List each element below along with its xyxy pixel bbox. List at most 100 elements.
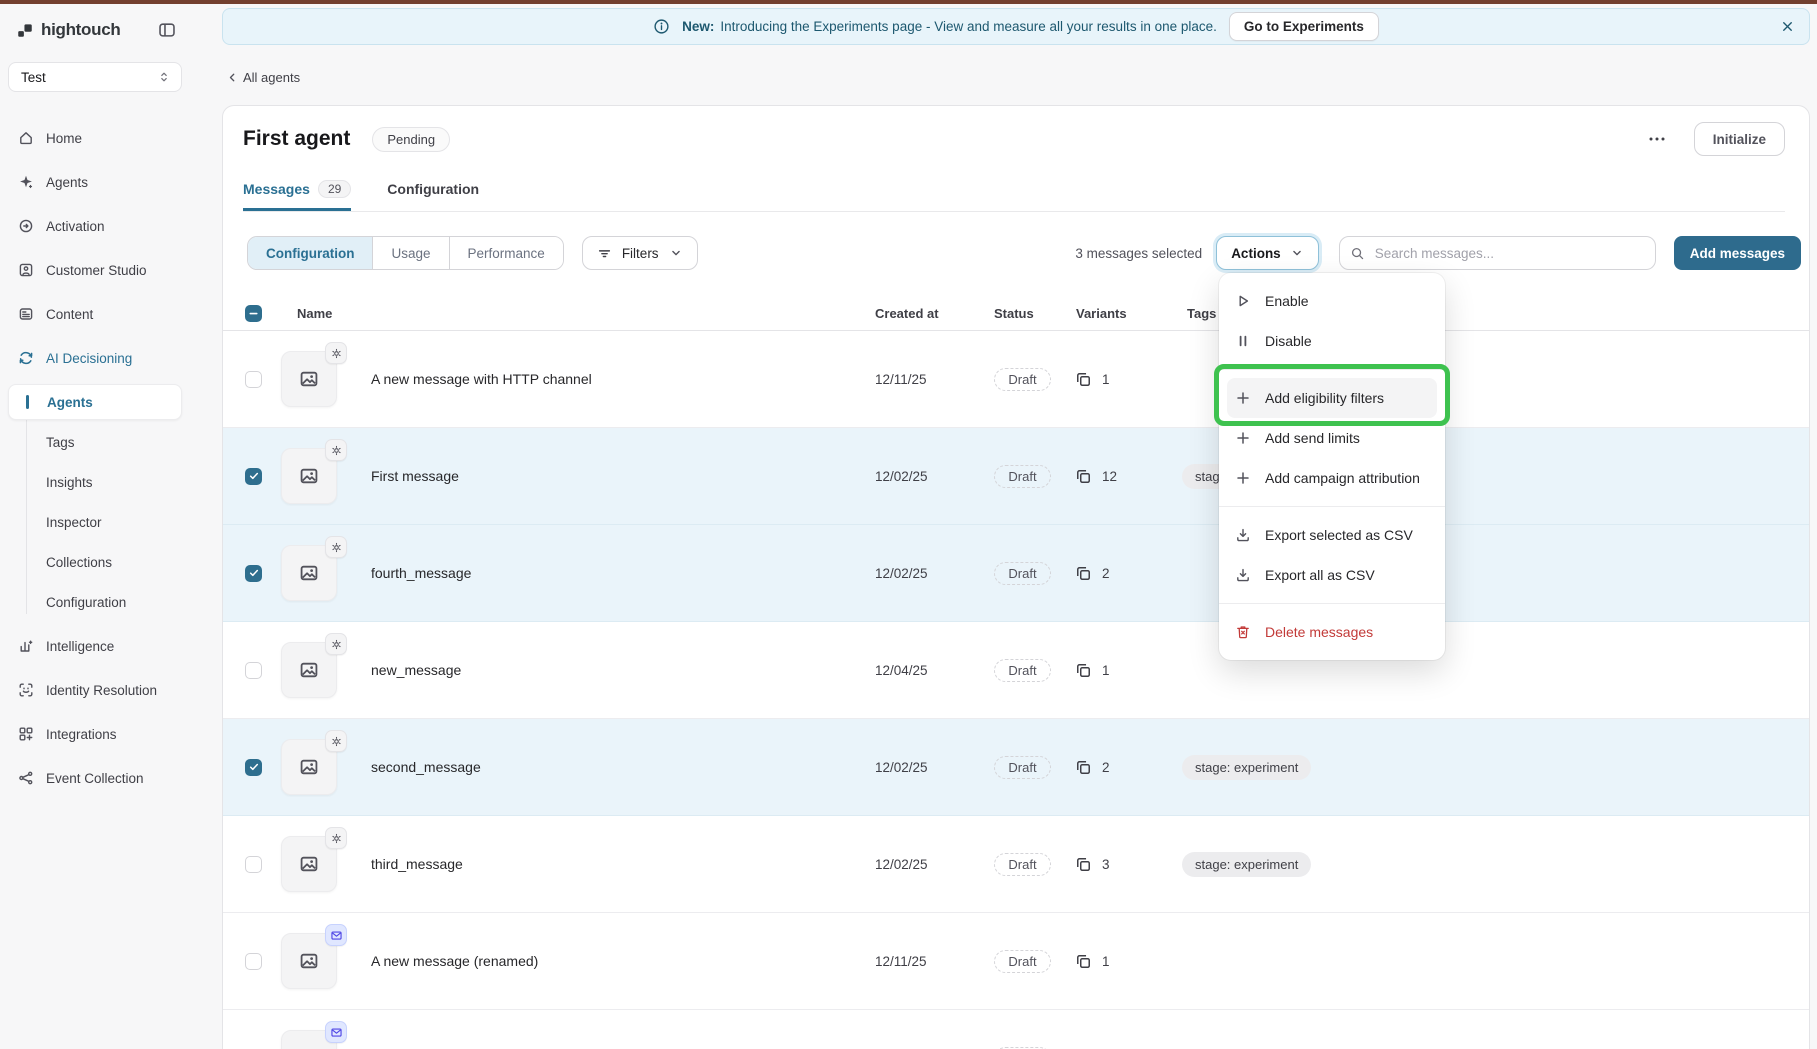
image-icon — [298, 853, 320, 875]
message-name[interactable]: second_message — [367, 759, 863, 775]
banner-close-button[interactable] — [1780, 19, 1795, 34]
actions-label: Actions — [1231, 246, 1281, 261]
message-name[interactable]: new_message — [367, 662, 863, 678]
table-row[interactable]: second_message 12/02/25 Draft 2 stage: e… — [223, 719, 1809, 816]
menu-item-label: Add eligibility filters — [1265, 390, 1384, 406]
menu-item-enable[interactable]: Enable — [1219, 281, 1445, 321]
created-at-cell: 12/11/25 — [863, 372, 985, 387]
agent-detail-card: First agent Pending Initialize Messages … — [222, 105, 1810, 1049]
sidebar-item-intelligence[interactable]: Intelligence — [0, 628, 184, 664]
variants-icon — [1075, 759, 1092, 776]
sidebar-item-home[interactable]: Home — [0, 120, 184, 156]
row-checkbox[interactable] — [245, 468, 262, 485]
sidebar-item-ai-decisioning[interactable]: AI Decisioning — [0, 340, 184, 376]
sidebar-subitem-collections[interactable]: Collections — [26, 544, 182, 580]
select-all-checkbox[interactable] — [245, 305, 262, 322]
banner-message: Introducing the Experiments page - View … — [720, 19, 1217, 34]
message-name[interactable]: third_message — [367, 856, 863, 872]
sidebar-subitem-inspector[interactable]: Inspector — [26, 504, 182, 540]
sidebar-subitem-agents[interactable]: Agents — [8, 384, 182, 420]
menu-item-delete-messages[interactable]: Delete messages — [1219, 612, 1445, 652]
filters-button[interactable]: Filters — [582, 236, 698, 270]
menu-item-add-eligibility-filters[interactable]: Add eligibility filters — [1227, 378, 1437, 418]
row-checkbox[interactable] — [245, 662, 262, 679]
sidebar-item-integrations[interactable]: Integrations — [0, 716, 184, 752]
segment-configuration[interactable]: Configuration — [248, 237, 373, 269]
sidebar-item-customer-studio[interactable]: Customer Studio — [0, 252, 184, 288]
created-at-cell: 12/04/25 — [863, 663, 985, 678]
tag-badge: stage: experiment — [1182, 852, 1311, 877]
column-header-variants[interactable]: Variants — [1060, 306, 1182, 321]
row-checkbox[interactable] — [245, 953, 262, 970]
sidebar-item-label: Collections — [46, 555, 112, 570]
menu-item-label: Delete messages — [1265, 624, 1373, 640]
table-row[interactable]: A new message (renamed) 12/11/25 Draft 1 — [223, 913, 1809, 1010]
menu-item-export-selected-csv[interactable]: Export selected as CSV — [1219, 515, 1445, 555]
logo-text: hightouch — [41, 20, 120, 40]
status-draft-badge: Draft — [994, 368, 1050, 391]
actions-button[interactable]: Actions — [1216, 236, 1319, 270]
sidebar-item-event-collection[interactable]: Event Collection — [0, 760, 184, 796]
message-name[interactable]: A new message with HTTP channel — [367, 371, 863, 387]
add-messages-button[interactable]: Add messages — [1674, 236, 1801, 270]
go-to-experiments-button[interactable]: Go to Experiments — [1229, 12, 1379, 41]
table-row[interactable]: fourth_message 12/02/25 Draft 2 — [223, 525, 1809, 622]
pause-icon — [1235, 333, 1251, 349]
row-checkbox[interactable] — [245, 856, 262, 873]
variants-count: 3 — [1102, 857, 1110, 872]
gear-badge-icon — [325, 730, 347, 752]
variants-count: 1 — [1102, 663, 1110, 678]
row-checkbox[interactable] — [245, 759, 262, 776]
announcement-banner: New:Introducing the Experiments page - V… — [222, 8, 1810, 45]
content-icon — [18, 306, 34, 322]
segment-usage[interactable]: Usage — [373, 237, 449, 269]
image-icon — [298, 756, 320, 778]
variants-count: 1 — [1102, 372, 1110, 387]
row-checkbox[interactable] — [245, 565, 262, 582]
chevron-up-down-icon — [157, 70, 171, 84]
table-row[interactable]: First message 12/02/25 Draft 12 stage: e… — [223, 428, 1809, 525]
menu-item-add-send-limits[interactable]: Add send limits — [1219, 418, 1445, 458]
sidebar-subitem-insights[interactable]: Insights — [26, 464, 182, 500]
sidebar-item-agents[interactable]: Agents — [0, 164, 184, 200]
more-options-button[interactable] — [1646, 131, 1668, 147]
column-header-name[interactable]: Name — [281, 306, 863, 321]
message-name[interactable]: fourth_message — [367, 565, 863, 581]
sidebar-item-activation[interactable]: Activation — [0, 208, 184, 244]
breadcrumb[interactable]: All agents — [226, 70, 300, 85]
initialize-button[interactable]: Initialize — [1694, 122, 1785, 156]
segment-performance[interactable]: Performance — [450, 237, 563, 269]
column-header-created-at[interactable]: Created at — [863, 306, 985, 321]
menu-item-export-all-csv[interactable]: Export all as CSV — [1219, 555, 1445, 595]
menu-divider — [1219, 369, 1445, 370]
row-checkbox[interactable] — [245, 371, 262, 388]
sidebar-item-label: Inspector — [46, 515, 102, 530]
table-row[interactable]: third_message 12/02/25 Draft 3 stage: ex… — [223, 816, 1809, 913]
selection-status: 3 messages selected — [1075, 246, 1202, 261]
email-badge-icon — [325, 1021, 347, 1043]
gear-badge-icon — [325, 827, 347, 849]
status-draft-badge: Draft — [994, 950, 1050, 973]
column-header-status[interactable]: Status — [985, 306, 1060, 321]
variants-icon — [1075, 371, 1092, 388]
variants-icon — [1075, 953, 1092, 970]
table-row[interactable]: A new message with HTTP channel 12/11/25… — [223, 331, 1809, 428]
sidebar-item-identity-resolution[interactable]: Identity Resolution — [0, 672, 184, 708]
table-row[interactable]: new_message 12/04/25 Draft 1 — [223, 622, 1809, 719]
sidebar-subitem-configuration[interactable]: Configuration — [26, 584, 182, 620]
variants-icon — [1075, 565, 1092, 582]
message-name[interactable]: A new message (renamed) — [367, 953, 863, 969]
search-input[interactable] — [1373, 245, 1645, 262]
sidebar-item-content[interactable]: Content — [0, 296, 184, 332]
workspace-selector[interactable]: Test — [8, 62, 182, 92]
status-draft-badge: Draft — [994, 756, 1050, 779]
sidebar-item-label: Identity Resolution — [46, 683, 157, 698]
tab-messages[interactable]: Messages 29 — [243, 180, 351, 211]
menu-item-add-campaign-attribution[interactable]: Add campaign attribution — [1219, 458, 1445, 498]
message-name[interactable]: First message — [367, 468, 863, 484]
table-row[interactable]: Draft — [223, 1010, 1809, 1049]
menu-item-disable[interactable]: Disable — [1219, 321, 1445, 361]
sidebar-collapse-button[interactable] — [158, 21, 176, 39]
tab-configuration[interactable]: Configuration — [387, 180, 479, 211]
sidebar-subitem-tags[interactable]: Tags — [26, 424, 182, 460]
